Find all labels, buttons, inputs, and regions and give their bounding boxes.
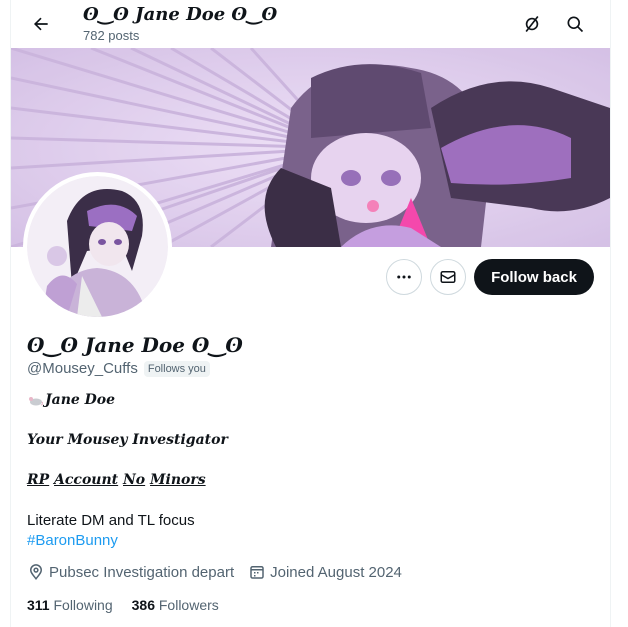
bio-rp-word-2: Account bbox=[54, 472, 119, 488]
avatar-art bbox=[27, 176, 168, 317]
location-pin-icon bbox=[29, 564, 43, 580]
bio-rp-word-4: Minors bbox=[150, 472, 206, 488]
arrow-left-icon bbox=[33, 17, 48, 31]
profile-handle: @Mousey_Cuffs bbox=[27, 360, 138, 377]
mouse-icon bbox=[29, 397, 43, 406]
profile-meta-row: Pubsec Investigation depart Joined Augus… bbox=[27, 563, 416, 581]
handle-row: @Mousey_Cuffs Follows you bbox=[27, 360, 210, 377]
follows-you-badge: Follows you bbox=[143, 360, 210, 377]
grok-icon bbox=[525, 15, 539, 33]
location-text: Pubsec Investigation depart bbox=[49, 563, 235, 581]
search-icon bbox=[567, 16, 584, 33]
location-item: Pubsec Investigation depart bbox=[27, 563, 234, 581]
back-button[interactable] bbox=[23, 6, 59, 42]
message-button[interactable] bbox=[430, 259, 466, 295]
bio-line-rp-notice: RP Account No Minors bbox=[27, 472, 206, 488]
profile-avatar[interactable] bbox=[27, 176, 168, 317]
calendar-icon bbox=[250, 566, 264, 579]
following-link[interactable]: 311 Following bbox=[27, 597, 113, 613]
follow-back-button[interactable]: Follow back bbox=[474, 259, 594, 295]
envelope-icon bbox=[440, 271, 456, 283]
joined-text: Joined August 2024 bbox=[270, 563, 402, 581]
bio-rp-word-1: RP bbox=[27, 472, 50, 488]
following-count: 311 bbox=[27, 597, 50, 613]
bio-line-name: Jane Doe bbox=[27, 392, 115, 408]
profile-display-name: ʘ‿ʘ Jane Doe ʘ‿ʘ bbox=[27, 333, 243, 357]
top-bar: ʘ‿ʘ Jane Doe ʘ‿ʘ 782 posts bbox=[11, 0, 610, 48]
follow-stats: 311 Following 386 Followers bbox=[27, 597, 238, 613]
bio-rp-word-3: No bbox=[123, 472, 146, 488]
bio-hashtag-link[interactable]: #BaronBunny bbox=[27, 532, 118, 549]
followers-link[interactable]: 386 Followers bbox=[132, 597, 219, 613]
followers-count: 386 bbox=[131, 597, 155, 613]
profile-page: ʘ‿ʘ Jane Doe ʘ‿ʘ 782 posts Follow back ʘ… bbox=[10, 0, 611, 627]
header-posts-count: 782 posts bbox=[83, 28, 140, 43]
following-label: Following bbox=[53, 597, 113, 613]
grok-button[interactable] bbox=[514, 6, 550, 42]
bio-name-text: Jane Doe bbox=[45, 392, 116, 408]
search-button[interactable] bbox=[557, 6, 593, 42]
more-dots-icon bbox=[397, 275, 411, 279]
header-display-name: ʘ‿ʘ Jane Doe ʘ‿ʘ bbox=[83, 4, 278, 25]
bio-line-tagline: Your Mousey Investigator bbox=[27, 432, 228, 448]
bio-line-focus: Literate DM and TL focus bbox=[27, 512, 195, 529]
followers-label: Followers bbox=[158, 597, 219, 613]
joined-item: Joined August 2024 bbox=[248, 563, 402, 581]
more-options-button[interactable] bbox=[386, 259, 422, 295]
